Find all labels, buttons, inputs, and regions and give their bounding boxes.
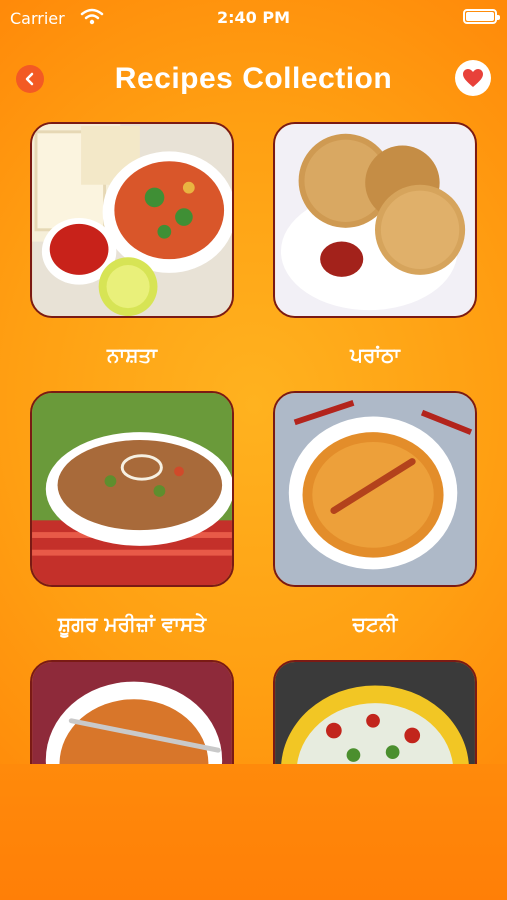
category-card-diabetic[interactable] xyxy=(30,391,234,587)
bottom-background xyxy=(0,764,507,900)
category-card-breakfast[interactable] xyxy=(30,122,234,318)
favorites-button[interactable] xyxy=(455,60,491,96)
category-card-paratha[interactable] xyxy=(273,122,477,318)
category-card-chutney[interactable] xyxy=(273,391,477,587)
diabetic-food-image xyxy=(32,393,232,585)
nav-bar: Recipes Collection xyxy=(0,52,507,108)
category-label: ਪਰਾਂਠਾ xyxy=(350,343,400,367)
paratha-image xyxy=(275,124,475,316)
category-label: ਸ਼ੂਗਰ ਮਰੀਜ਼ਾਂ ਵਾਸਤੇ xyxy=(57,612,207,636)
breakfast-image xyxy=(32,124,232,316)
clock: 2:40 PM xyxy=(216,8,290,27)
battery-level xyxy=(466,12,494,21)
chutney-image xyxy=(275,393,475,585)
heart-icon xyxy=(463,69,483,87)
status-bar: Carrier 2:40 PM xyxy=(0,0,507,36)
battery-icon xyxy=(463,9,500,24)
category-label: ਨਾਸ਼ਤਾ xyxy=(106,343,158,367)
category-label: ਚਟਨੀ xyxy=(352,612,398,636)
page-title: Recipes Collection xyxy=(114,62,393,95)
